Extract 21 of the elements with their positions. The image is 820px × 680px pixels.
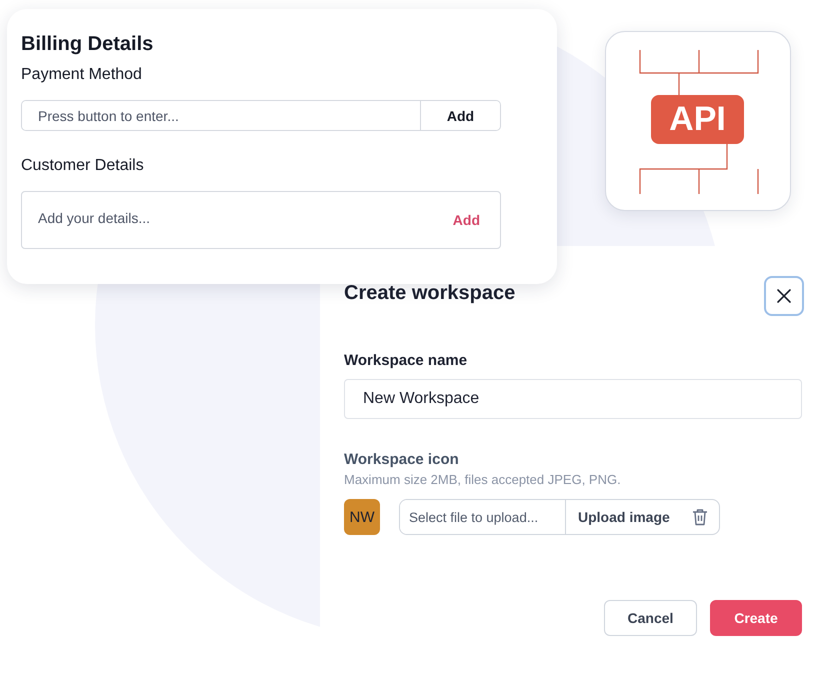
file-upload-field[interactable]: Select file to upload... Upload image xyxy=(399,499,720,535)
field-label: Payment Method xyxy=(21,66,143,84)
close-button[interactable] xyxy=(764,276,804,316)
card-title: Billing Details xyxy=(21,33,154,56)
close-icon xyxy=(776,288,792,304)
workspace-avatar: NW xyxy=(344,499,380,535)
field-label: Workspace name xyxy=(344,352,468,369)
dialog-title: Create workspace xyxy=(344,282,516,305)
upload-image-button[interactable]: Upload image xyxy=(566,500,670,534)
trash-icon[interactable] xyxy=(692,508,708,526)
customer-details-field[interactable]: Add your details... Add xyxy=(21,191,501,249)
payment-method-field[interactable]: Press button to enter... Add xyxy=(21,100,501,131)
field-label: Customer Details xyxy=(21,157,145,175)
hint-text: Maximum size 2MB, files accepted JPEG, PNG. xyxy=(344,472,622,487)
placeholder-text: Add your details... xyxy=(38,210,150,226)
api-badge: API xyxy=(651,95,744,144)
cancel-button[interactable]: Cancel xyxy=(604,600,697,636)
add-link[interactable]: Add xyxy=(452,212,480,228)
field-label: Workspace icon xyxy=(344,451,460,468)
workspace-name-field[interactable]: New Workspace xyxy=(344,379,802,419)
create-button[interactable]: Create xyxy=(710,600,802,636)
